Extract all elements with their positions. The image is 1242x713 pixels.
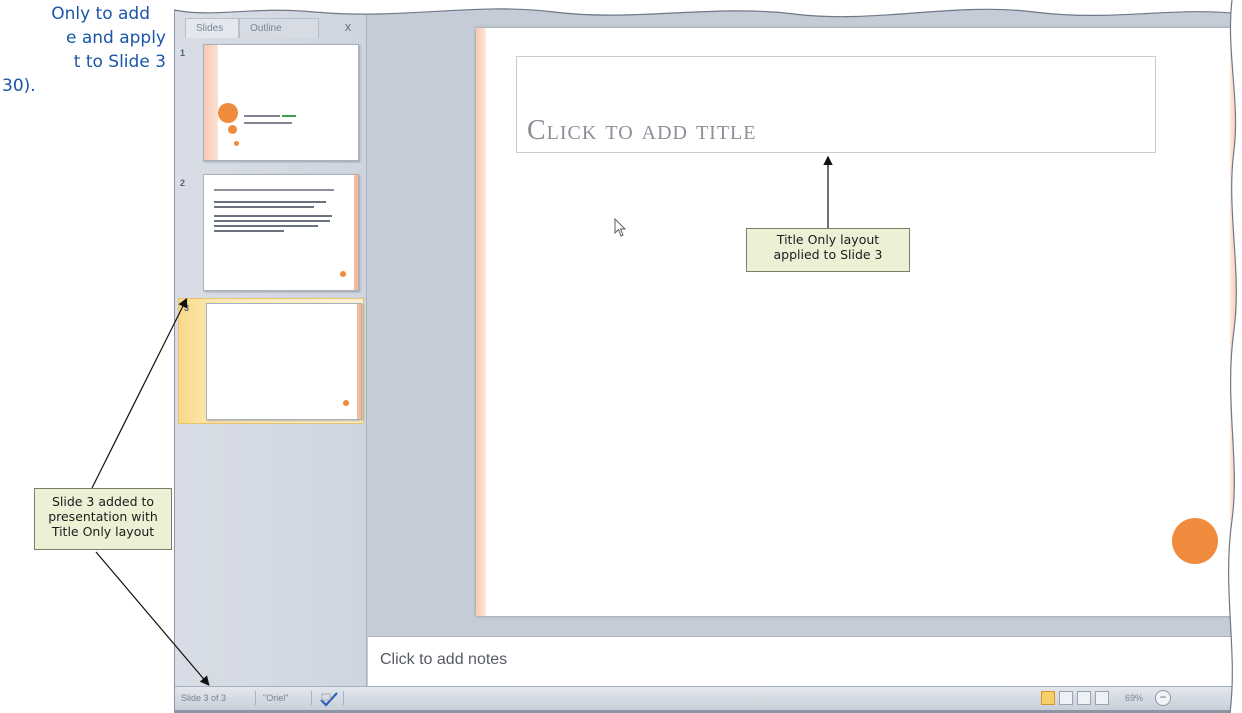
- orange-circle-decoration: [218, 103, 238, 123]
- orange-circle-decoration: [343, 400, 349, 406]
- thumbnail-number: 3: [184, 303, 190, 313]
- callout-slide-added: Slide 3 added to presentation with Title…: [34, 488, 172, 550]
- slide-indicator: Slide 3 of 3: [181, 693, 227, 703]
- thumbnail-text-line: [244, 122, 292, 124]
- title-placeholder-text: Click to add title: [527, 115, 757, 146]
- orange-circle-decoration: [234, 141, 239, 146]
- theme-name[interactable]: "Oriel": [263, 693, 288, 703]
- spellcheck-icon[interactable]: [319, 691, 339, 707]
- status-separator: [311, 691, 312, 705]
- slide-thumbnail-1[interactable]: 1: [175, 44, 367, 166]
- status-separator: [255, 691, 256, 705]
- orange-circle-decoration: [228, 125, 237, 134]
- mouse-pointer-icon: [614, 218, 627, 237]
- reading-view-icon[interactable]: [1077, 691, 1091, 705]
- zoom-out-icon[interactable]: −: [1155, 690, 1171, 706]
- status-bar: Slide 3 of 3 "Oriel" 69% −: [175, 686, 1242, 710]
- thumbnail-slide-3[interactable]: [206, 303, 362, 420]
- slide-accent-band: [204, 45, 218, 160]
- thumbnail-number: 2: [180, 178, 186, 188]
- slide-thumbnail-3-selected[interactable]: 3: [178, 298, 364, 424]
- thumbnail-slide-1[interactable]: [203, 44, 359, 161]
- status-separator: [343, 691, 344, 705]
- thumbnail-text-line: [214, 230, 284, 232]
- thumbnail-text-line: [214, 220, 330, 222]
- instruction-line: e and apply: [65, 28, 166, 48]
- thumbnail-text-line: [214, 225, 318, 227]
- thumbnail-number: 1: [180, 48, 186, 58]
- notes-pane[interactable]: Click to add notes: [368, 636, 1242, 686]
- arrow-to-thumbnail-3: [91, 297, 188, 489]
- slide-accent-bar: [354, 175, 358, 290]
- instruction-line: Only to add: [51, 4, 150, 24]
- notes-placeholder: Click to add notes: [380, 651, 508, 668]
- thumbnail-text-line: [244, 115, 280, 117]
- normal-view-icon[interactable]: [1041, 691, 1055, 705]
- instruction-line: 30).: [2, 76, 36, 96]
- slide-editing-area: Click to add title: [368, 0, 1242, 634]
- instruction-line: t to Slide 3: [73, 52, 166, 72]
- thumbnail-heading-line: [214, 189, 334, 191]
- thumbnail-text-line: [214, 201, 326, 203]
- slide-accent-bar: [357, 304, 361, 419]
- view-buttons: [1041, 690, 1113, 708]
- torn-edge-top: [174, 0, 1242, 18]
- title-placeholder[interactable]: Click to add title: [516, 56, 1156, 153]
- thumbnail-text-line: [282, 115, 296, 117]
- slide-show-icon[interactable]: [1095, 691, 1109, 705]
- thumbnail-text-line: [214, 206, 314, 208]
- powerpoint-window: Slides Outline x 1 2 3 Click to add titl…: [174, 0, 1242, 713]
- thumbnail-slide-2[interactable]: [203, 174, 359, 291]
- zoom-level[interactable]: 69%: [1125, 693, 1143, 703]
- slide-thumbnail-2[interactable]: 2: [175, 174, 367, 296]
- slide-accent-band: [476, 28, 486, 616]
- slides-pane: Slides Outline x 1 2 3: [175, 0, 367, 686]
- current-slide: Click to add title: [476, 28, 1242, 616]
- thumbnail-text-line: [214, 215, 332, 217]
- orange-circle-decoration: [340, 271, 346, 277]
- torn-edge-right: [1227, 0, 1242, 713]
- instruction-text: Only to add e and apply t to Slide 3 30)…: [0, 2, 170, 98]
- callout-title-only-layout: Title Only layout applied to Slide 3: [746, 228, 910, 272]
- slide-sorter-icon[interactable]: [1059, 691, 1073, 705]
